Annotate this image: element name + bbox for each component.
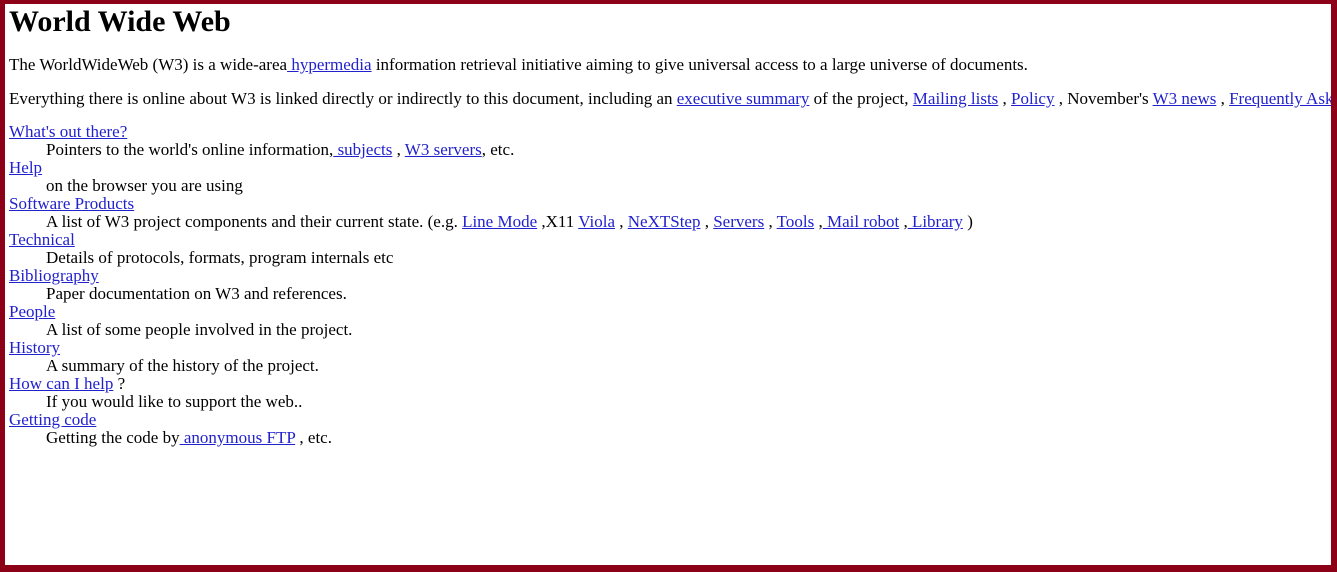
static-text: , — [998, 89, 1012, 108]
hyperlink[interactable]: Mail robot — [823, 212, 899, 231]
hyperlink[interactable]: Line Mode — [462, 212, 537, 231]
hyperlink[interactable]: anonymous FTP — [180, 428, 295, 447]
static-text: Pointers to the world's online informati… — [46, 140, 334, 159]
static-text: , November's — [1054, 89, 1153, 108]
hyperlink[interactable]: Frequently Asked Questions — [1229, 89, 1331, 108]
topic-description: A list of W3 project components and thei… — [6, 213, 1331, 231]
topic-description: If you would like to support the web.. — [6, 393, 1331, 411]
static-text: Paper documentation on W3 and references… — [46, 284, 347, 303]
topic-link[interactable]: Technical — [9, 230, 75, 249]
static-text: , — [1216, 89, 1230, 108]
static-text: , — [764, 212, 777, 231]
topic-description: Paper documentation on W3 and references… — [6, 285, 1331, 303]
topic-description: Getting the code by anonymous FTP , etc. — [6, 429, 1331, 447]
hyperlink[interactable]: Viola — [578, 212, 615, 231]
hyperlink[interactable]: executive summary — [677, 89, 810, 108]
static-text: information retrieval initiative aiming … — [371, 55, 1028, 74]
static-text: A summary of the history of the project. — [46, 356, 319, 375]
topic-link[interactable]: How can I help — [9, 374, 113, 393]
topic-definition-list: What's out there? Pointers to the world's… — [6, 123, 1331, 447]
static-text: on the browser you are using — [46, 176, 243, 195]
static-text: A list of some people involved in the pr… — [46, 320, 353, 339]
paragraph-list: The WorldWideWeb (W3) is a wide-area hyp… — [6, 55, 1331, 109]
static-text: , — [899, 212, 908, 231]
hyperlink[interactable]: NeXTStep — [628, 212, 701, 231]
topic-link[interactable]: People — [9, 302, 55, 321]
static-text: , — [615, 212, 628, 231]
hyperlink[interactable]: Library — [908, 212, 963, 231]
topic-term-suffix: ? — [113, 374, 126, 393]
topic-term: Software Products — [6, 195, 1331, 213]
static-text: A list of W3 project components and thei… — [46, 212, 463, 231]
intro-paragraph: The WorldWideWeb (W3) is a wide-area hyp… — [6, 55, 1331, 75]
hyperlink[interactable]: Policy — [1011, 89, 1054, 108]
topic-link[interactable]: History — [9, 338, 60, 357]
topic-term: What's out there? — [6, 123, 1331, 141]
static-text: ,X11 — [537, 212, 579, 231]
topic-description: Details of protocols, formats, program i… — [6, 249, 1331, 267]
page-title: World Wide Web — [9, 5, 231, 38]
everything-paragraph: Everything there is online about W3 is l… — [6, 89, 1331, 109]
static-text: Details of protocols, formats, program i… — [46, 248, 394, 267]
static-text: , — [700, 212, 714, 231]
topic-term: History — [6, 339, 1331, 357]
hyperlink[interactable]: W3 news — [1153, 89, 1217, 108]
static-text: ) — [962, 212, 973, 231]
hyperlink[interactable]: W3 servers — [405, 140, 482, 159]
topic-term: How can I help ? — [6, 375, 1331, 393]
hyperlink[interactable]: Tools — [777, 212, 815, 231]
topic-term: Getting code — [6, 411, 1331, 429]
hyperlink[interactable]: subjects — [333, 140, 393, 159]
hyperlink[interactable]: Servers — [713, 212, 764, 231]
topic-link[interactable]: What's out there? — [9, 122, 127, 141]
static-text: , etc. — [481, 140, 515, 159]
browser-document-frame: World Wide Web The WorldWideWeb (W3) is … — [0, 0, 1337, 572]
topic-term: People — [6, 303, 1331, 321]
static-text: Everything there is online about W3 is l… — [9, 89, 677, 108]
static-text: , — [814, 212, 823, 231]
static-text: The WorldWideWeb (W3) is a wide-area — [9, 55, 288, 74]
document-body: World Wide Web The WorldWideWeb (W3) is … — [5, 4, 1331, 447]
topic-description: Pointers to the world's online informati… — [6, 141, 1331, 159]
topic-link[interactable]: Getting code — [9, 410, 96, 429]
static-text: , etc. — [295, 428, 332, 447]
static-text: , — [392, 140, 405, 159]
hyperlink[interactable]: Mailing lists — [913, 89, 998, 108]
topic-link[interactable]: Software Products — [9, 194, 134, 213]
hyperlink[interactable]: hypermedia — [287, 55, 371, 74]
topic-link[interactable]: Bibliography — [9, 266, 99, 285]
topic-description: A list of some people involved in the pr… — [6, 321, 1331, 339]
topic-term: Help — [6, 159, 1331, 177]
topic-link[interactable]: Help — [9, 158, 42, 177]
topic-term: Bibliography — [6, 267, 1331, 285]
static-text: Getting the code by — [46, 428, 180, 447]
topic-description: A summary of the history of the project. — [6, 357, 1331, 375]
static-text: If you would like to support the web.. — [46, 392, 303, 411]
static-text: of the project, — [809, 89, 913, 108]
topic-description: on the browser you are using — [6, 177, 1331, 195]
topic-term: Technical — [6, 231, 1331, 249]
